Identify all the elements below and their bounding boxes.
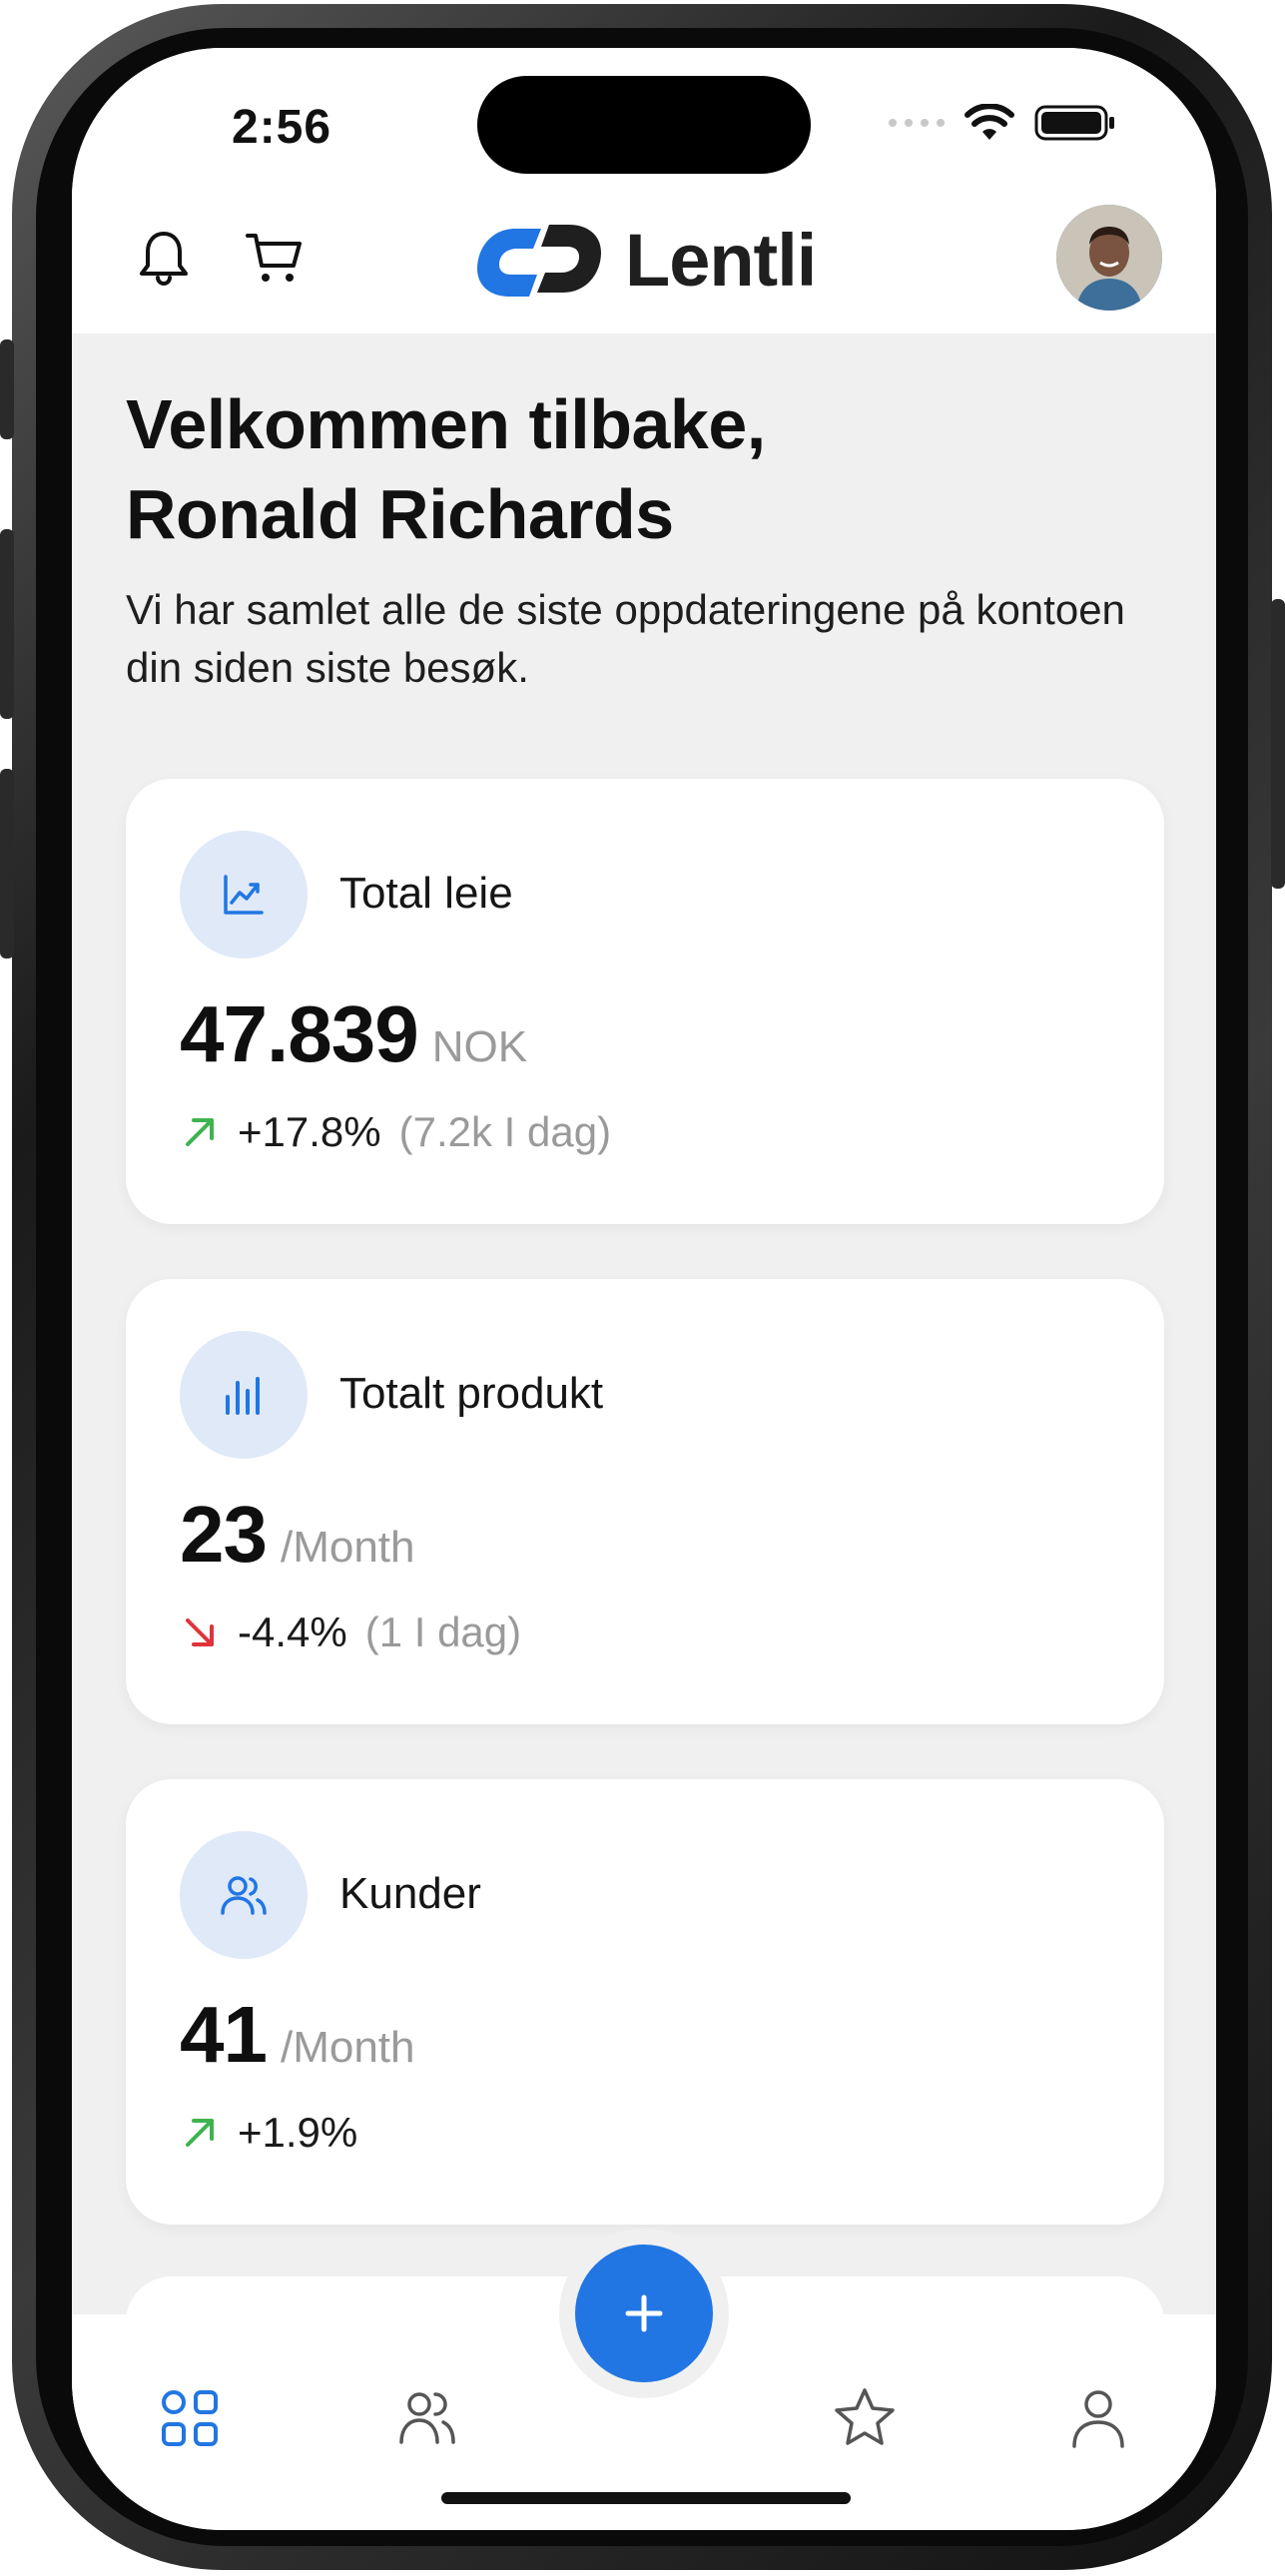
card-change-note: (7.2k I dag) <box>398 1108 612 1155</box>
volume-up-button <box>0 529 14 719</box>
card-unit: /Month <box>280 2023 415 2072</box>
card-value: 41 <box>180 1990 268 2079</box>
card-title: Kunder <box>339 1869 481 1918</box>
welcome-subtitle: Vi har samlet alle de siste oppdateringe… <box>126 586 1125 691</box>
stat-card-kunder[interactable]: Kunder 41 /Month +1.9% <box>126 1779 1164 2225</box>
welcome-title-line2: Ronald Richards <box>126 475 674 553</box>
battery-icon <box>1034 105 1114 141</box>
brand-logo: Lentli <box>471 218 817 303</box>
card-title: Total leie <box>339 869 513 918</box>
dashboard-icon[interactable] <box>156 2384 224 2452</box>
card-icon-bg <box>180 831 308 959</box>
card-change-row: -4.4% (1 I dag) <box>180 1609 521 1656</box>
dynamic-island <box>477 76 811 174</box>
card-icon-bg <box>180 1331 308 1459</box>
avatar-photo <box>1056 205 1162 311</box>
volume-down-button <box>0 769 14 959</box>
star-icon[interactable] <box>831 2384 899 2452</box>
plus-icon <box>625 2294 663 2332</box>
arrow-up-right-icon <box>186 1118 214 1146</box>
add-button[interactable] <box>575 2245 713 2382</box>
card-change-note: (1 I dag) <box>364 1609 522 1655</box>
avatar[interactable] <box>1056 205 1162 311</box>
status-time: 2:56 <box>232 101 332 154</box>
users-tab-icon[interactable] <box>393 2384 461 2452</box>
stat-card-totalt-produkt[interactable]: Totalt produkt 23 /Month -4.4% (1 I dag) <box>126 1279 1164 1724</box>
card-change-percent: +17.8% <box>238 1108 381 1155</box>
brand-name: Lentli <box>625 219 817 302</box>
home-indicator[interactable] <box>441 2492 851 2504</box>
card-change-row: +1.9% <box>180 2109 357 2157</box>
cart-icon[interactable] <box>242 226 306 290</box>
card-icon-bg <box>180 1831 308 1959</box>
status-bar: 2:56 <box>72 48 1216 188</box>
card-value: 47.839 <box>180 989 419 1078</box>
card-value-row: 23 /Month <box>180 1489 415 1581</box>
card-value-row: 41 /Month <box>180 1989 415 2081</box>
welcome-title: Velkommen tilbake, Ronald Richards <box>126 379 1164 559</box>
bell-icon[interactable] <box>132 226 196 290</box>
lentli-logo-icon <box>477 224 601 297</box>
card-change-percent: +1.9% <box>238 2109 358 2156</box>
profile-icon[interactable] <box>1064 2384 1132 2452</box>
trend-chart-icon <box>224 875 264 915</box>
bar-chart-icon <box>226 1377 260 1415</box>
card-title: Totalt produkt <box>339 1369 604 1418</box>
power-button <box>1271 599 1285 889</box>
card-unit: NOK <box>431 1022 528 1071</box>
card-value: 23 <box>180 1490 268 1579</box>
card-change-percent: -4.4% <box>238 1609 347 1655</box>
card-unit: /Month <box>280 1523 415 1572</box>
arrow-up-right-icon <box>186 2119 214 2147</box>
welcome-title-line1: Velkommen tilbake, <box>126 385 766 463</box>
stat-card-total-leie[interactable]: Total leie 47.839 NOK +17.8% (7.2k I dag… <box>126 779 1164 1224</box>
card-value-row: 47.839 NOK <box>180 988 527 1080</box>
users-icon <box>221 1876 267 1915</box>
arrow-down-right-icon <box>186 1618 214 1646</box>
app-screen: 2:56 Lentli Velkommen tilbake, Ronald Ri… <box>72 48 1216 2530</box>
card-change-row: +17.8% (7.2k I dag) <box>180 1108 611 1156</box>
wifi-icon <box>964 104 1014 140</box>
cellular-signal-icon <box>889 119 945 127</box>
status-icons <box>889 104 1116 142</box>
welcome-section: Velkommen tilbake, Ronald Richards Vi ha… <box>126 379 1164 697</box>
mute-switch <box>0 339 14 439</box>
